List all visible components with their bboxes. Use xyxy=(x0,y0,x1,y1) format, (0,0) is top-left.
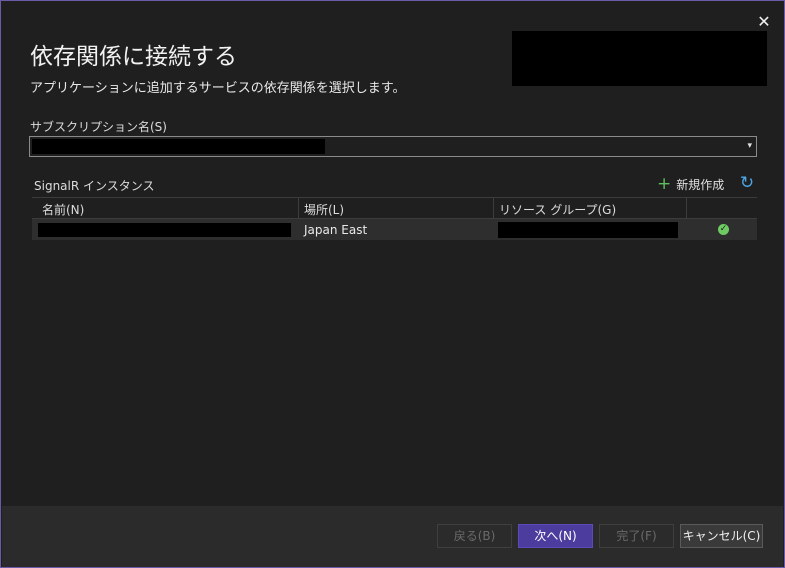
column-divider xyxy=(686,198,687,218)
page-subtitle: アプリケーションに追加するサービスの依存関係を選択します。 xyxy=(30,81,406,96)
redacted-resource-group xyxy=(498,222,678,238)
close-icon[interactable]: ✕ xyxy=(755,13,773,31)
check-circle-icon: ✓ xyxy=(718,224,729,235)
create-new-label: 新規作成 xyxy=(676,177,725,192)
redacted-subscription-value xyxy=(32,139,325,154)
subscription-label: サブスクリプション名(S) xyxy=(30,120,167,134)
finish-button[interactable]: 完了(F) xyxy=(599,524,674,548)
chevron-down-icon: ▾ xyxy=(747,141,752,151)
dialog-footer: 戻る(B) 次へ(N) 完了(F) キャンセル(C) xyxy=(2,506,783,567)
cancel-button[interactable]: キャンセル(C) xyxy=(680,524,763,548)
column-header-name[interactable]: 名前(N) xyxy=(42,201,84,218)
column-header-location[interactable]: 場所(L) xyxy=(304,201,344,218)
back-button[interactable]: 戻る(B) xyxy=(437,524,512,548)
create-new-button[interactable]: + 新規作成 xyxy=(657,175,724,193)
page-title: 依存関係に接続する xyxy=(30,44,237,70)
redacted-instance-name xyxy=(38,223,291,237)
column-divider xyxy=(298,198,299,218)
column-divider xyxy=(493,198,494,218)
plus-icon: + xyxy=(657,174,672,194)
connect-dependency-dialog: ✕ 依存関係に接続する アプリケーションに追加するサービスの依存関係を選択します… xyxy=(0,0,785,568)
instances-label: SignalR インスタンス xyxy=(34,179,155,193)
row-location: Japan East xyxy=(304,223,368,237)
subscription-dropdown[interactable]: ▾ xyxy=(29,136,757,157)
table-header: 名前(N) 場所(L) リソース グループ(G) xyxy=(32,197,757,219)
redacted-logo-area xyxy=(512,31,767,86)
next-button[interactable]: 次へ(N) xyxy=(518,524,593,548)
refresh-icon[interactable]: ↻ xyxy=(737,173,757,193)
table-row[interactable]: Japan East ✓ xyxy=(32,219,757,240)
column-header-resource-group[interactable]: リソース グループ(G) xyxy=(499,201,616,218)
instances-table: 名前(N) 場所(L) リソース グループ(G) Japan East ✓ xyxy=(32,197,757,240)
